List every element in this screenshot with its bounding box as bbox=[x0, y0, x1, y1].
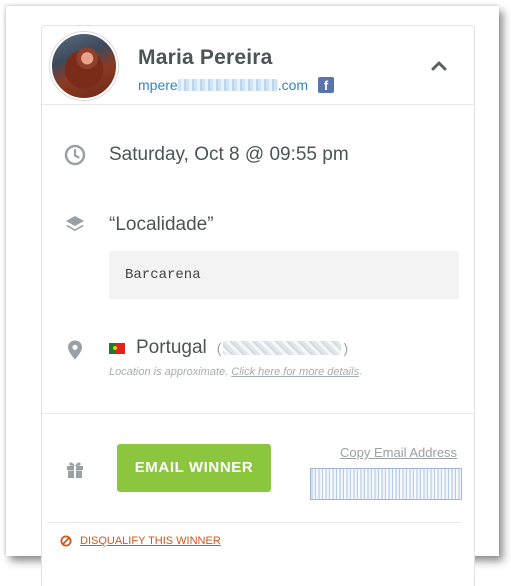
copy-email-link[interactable]: Copy Email Address bbox=[340, 445, 457, 460]
layers-icon bbox=[66, 216, 84, 231]
clock-icon bbox=[64, 144, 86, 166]
winner-card: Maria Pereira mpere .com f Saturday, Oct… bbox=[41, 25, 475, 586]
country-name: Portugal bbox=[136, 337, 207, 358]
answer-box: Barcarena bbox=[109, 251, 459, 299]
winner-email[interactable]: mpere .com f bbox=[138, 77, 335, 93]
facebook-icon[interactable]: f bbox=[318, 77, 335, 93]
ip-redacted bbox=[223, 341, 342, 355]
location-details-link[interactable]: Click here for more details bbox=[231, 366, 359, 378]
email-redacted bbox=[177, 79, 278, 91]
ip-open-paren: ( bbox=[216, 340, 222, 356]
entry-answer: Barcarena bbox=[125, 267, 201, 283]
gift-icon bbox=[67, 462, 83, 478]
actions-divider bbox=[47, 522, 461, 523]
location-divider bbox=[42, 413, 474, 414]
location-line: Portugal ( ) bbox=[109, 337, 348, 359]
email-start: mpere bbox=[138, 77, 178, 93]
location-note-end: . bbox=[359, 366, 363, 378]
portugal-flag-icon bbox=[109, 342, 125, 354]
ip-address: ( ) bbox=[217, 340, 348, 356]
winner-name: Maria Pereira bbox=[138, 46, 273, 69]
map-pin-icon bbox=[68, 340, 82, 360]
copied-email-field[interactable] bbox=[310, 468, 462, 500]
ip-close-paren: ) bbox=[343, 340, 349, 356]
location-note-text: Location is approximate. bbox=[109, 366, 229, 378]
header-divider bbox=[42, 104, 474, 105]
disqualify-label: DISQUALIFY THIS WINNER bbox=[80, 535, 221, 547]
chevron-up-icon[interactable] bbox=[430, 58, 448, 72]
entry-question: “Localidade” bbox=[109, 214, 214, 235]
disqualify-winner[interactable]: DISQUALIFY THIS WINNER bbox=[60, 535, 221, 547]
email-winner-button[interactable]: EMAIL WINNER bbox=[117, 444, 271, 492]
window-frame: Maria Pereira mpere .com f Saturday, Oct… bbox=[6, 6, 499, 586]
ban-icon bbox=[60, 535, 72, 547]
email-end: .com bbox=[277, 77, 309, 93]
entry-datetime: Saturday, Oct 8 @ 09:55 pm bbox=[109, 144, 349, 165]
location-note: Location is approximate. Click here for … bbox=[109, 366, 362, 378]
avatar bbox=[50, 32, 118, 100]
